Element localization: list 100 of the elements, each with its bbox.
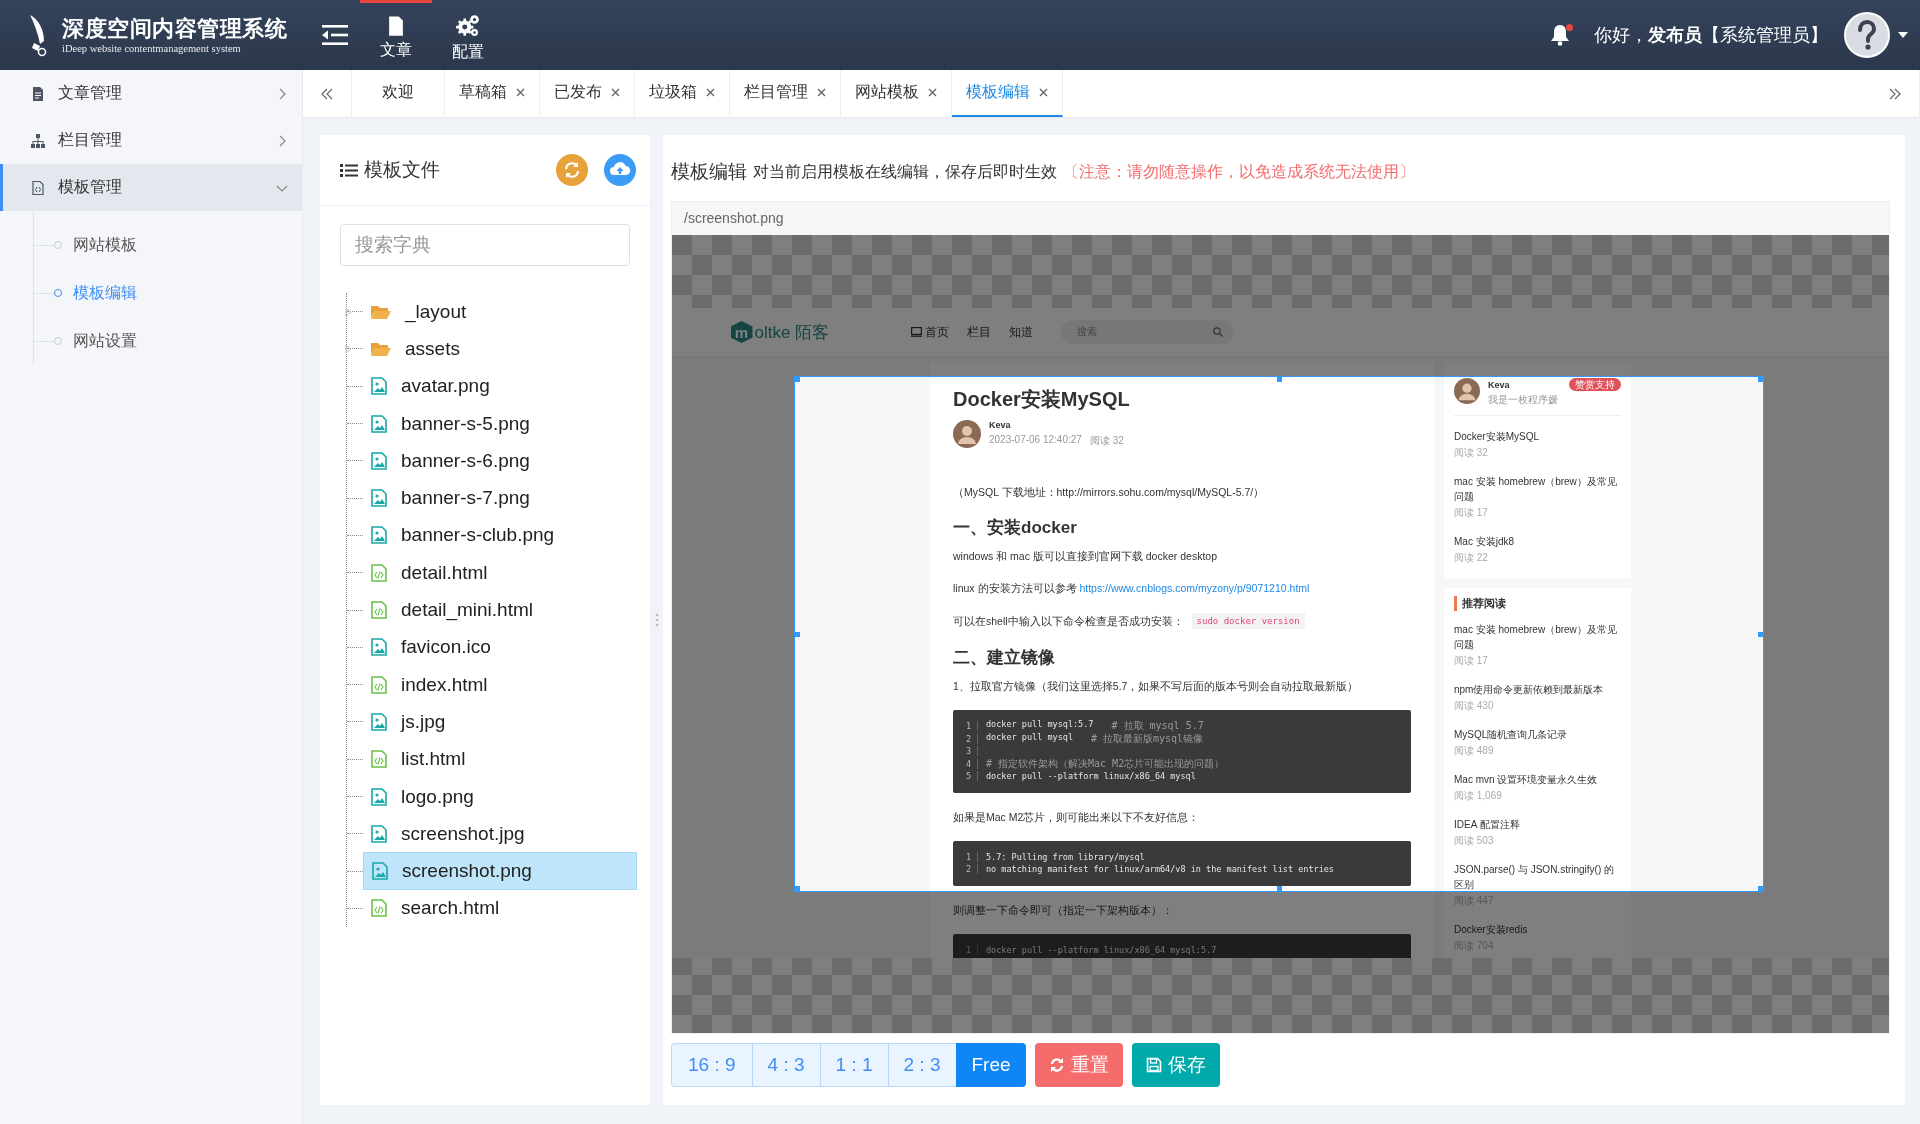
tab[interactable]: 垃圾箱 xyxy=(635,70,730,117)
file-tree-item[interactable]: banner-s-5.png xyxy=(363,405,637,442)
site-nav-link[interactable]: 首页 xyxy=(924,323,949,341)
read-count: 阅读 503 xyxy=(1454,834,1495,848)
close-icon[interactable] xyxy=(1039,88,1048,97)
article-title: Docker安装MySQL xyxy=(953,387,1131,412)
sidebar-menu-item[interactable]: 栏目管理 xyxy=(0,117,302,164)
file-tree-item[interactable]: screenshot.jpg xyxy=(363,815,637,852)
read-count: 阅读 32 xyxy=(1089,434,1124,448)
close-icon[interactable] xyxy=(611,88,620,97)
file-tree-item[interactable]: logo.png xyxy=(363,778,637,815)
collapse-caret-icon[interactable] xyxy=(345,308,352,316)
bell-icon[interactable] xyxy=(1550,24,1570,46)
image-file-icon xyxy=(371,414,387,433)
tab[interactable]: 栏目管理 xyxy=(730,70,841,117)
post-link[interactable]: Docker安装MySQL xyxy=(1454,429,1621,444)
search-field[interactable]: 搜索字典 xyxy=(340,224,630,266)
sidebar-menu-item[interactable]: 文章管理 xyxy=(0,70,302,117)
drag-handle-icon[interactable] xyxy=(654,613,659,627)
search-icon[interactable] xyxy=(1212,327,1223,337)
profile-avatar-icon xyxy=(1454,378,1480,404)
file-tree-item[interactable]: assets xyxy=(363,330,637,367)
file-tree-item[interactable]: banner-s-club.png xyxy=(363,517,637,554)
file-tree-item[interactable]: avatar.png xyxy=(363,368,637,405)
file-tree-item[interactable]: banner-s-6.png xyxy=(363,442,637,479)
tab[interactable]: 已发布 xyxy=(540,70,635,117)
code-comment: # 拉取 mysql 5.7 xyxy=(1111,719,1204,733)
file-tree-item[interactable]: favicon.ico xyxy=(363,629,637,666)
sidebar-menu-item[interactable]: 模板管理 xyxy=(0,164,302,211)
avatar-icon[interactable] xyxy=(1844,12,1890,58)
paragraph: 可以在shell中输入以下命令检查是否成功安装： xyxy=(953,614,1184,628)
file-tree-item[interactable]: list.html xyxy=(363,741,637,778)
close-icon[interactable] xyxy=(817,88,826,97)
sidebar-submenu-item[interactable]: 网站模板 xyxy=(73,234,137,256)
document-icon xyxy=(30,85,46,102)
code-line: no matching manifest for linux/arm64/v8 in the manifest list entries xyxy=(986,864,1334,875)
file-tree-item[interactable]: detail.html xyxy=(363,554,637,591)
close-icon[interactable] xyxy=(928,88,937,97)
code-line: 5.7: Pulling from library/mysql xyxy=(986,851,1145,862)
image-file-icon xyxy=(372,862,388,881)
file-tree-item[interactable]: detail_mini.html xyxy=(363,592,637,628)
tab[interactable]: 草稿箱 xyxy=(445,70,540,117)
editor-heading: 模板编辑 xyxy=(671,160,747,184)
post-link[interactable]: MySQL随机查询几条记录 xyxy=(1454,727,1621,742)
site-nav-link[interactable]: 栏目 xyxy=(966,323,991,341)
paragraph: 如果是Mac M2芯片，则可能出来以下不友好信息： xyxy=(953,809,1201,825)
code-file-icon xyxy=(30,179,46,196)
collapse-caret-icon[interactable] xyxy=(345,345,352,354)
app-subtitle: iDeep website contentmanagement system xyxy=(62,41,242,55)
upload-button[interactable] xyxy=(604,154,636,186)
folder-icon xyxy=(371,340,391,357)
bullet-icon xyxy=(54,241,62,249)
author-avatar-icon xyxy=(953,420,981,448)
line-number: 1 xyxy=(953,851,978,862)
image-file-icon xyxy=(371,712,387,731)
close-icon[interactable] xyxy=(516,88,525,97)
read-count: 阅读 1,069 xyxy=(1454,789,1503,803)
section-heading: 一、安装docker xyxy=(953,517,1078,539)
post-link[interactable]: mac 安装 homebrew（brew）及常见问题 xyxy=(1454,474,1621,504)
code-file-icon xyxy=(371,563,387,582)
line-number: 4 xyxy=(953,758,978,769)
tab[interactable]: 网站模板 xyxy=(841,70,952,117)
file-tree-item[interactable]: banner-s-7.png xyxy=(363,480,637,517)
link[interactable]: https://www.cnblogs.com/myzony/p/9071210.html xyxy=(1079,582,1310,594)
caret-down-icon[interactable] xyxy=(1898,32,1908,38)
app-title: 深度空间内容管理系统 xyxy=(62,15,287,42)
code-file-icon xyxy=(371,899,387,918)
file-tree-item[interactable]: search.html xyxy=(363,890,637,927)
file-tree-item[interactable]: screenshot.png xyxy=(363,852,637,891)
post-link[interactable]: Docker安装redis xyxy=(1454,922,1621,937)
top-nav-item[interactable]: 配置 xyxy=(432,0,504,70)
close-icon[interactable] xyxy=(706,88,715,97)
menu-toggle-icon[interactable] xyxy=(322,24,348,46)
post-link[interactable]: IDEA 配置注释 xyxy=(1454,817,1621,832)
profile-name: Keva xyxy=(1488,379,1510,390)
file-tree-item[interactable]: js.jpg xyxy=(363,703,637,740)
post-link[interactable]: JSON.parse() 与 JSON.stringify() 的区别 xyxy=(1454,862,1621,892)
image-file-icon xyxy=(371,787,387,806)
code-file-icon xyxy=(371,601,387,619)
tip-button[interactable]: 赞赏支持 xyxy=(1569,378,1621,391)
tab[interactable]: 欢迎 xyxy=(352,70,445,117)
code-file-icon xyxy=(371,750,387,769)
double-chevron-right-icon xyxy=(1889,87,1901,100)
paragraph: windows 和 mac 版可以直接到官网下载 docker desktop xyxy=(953,549,1218,564)
tab[interactable]: 模板编辑 xyxy=(952,70,1063,117)
crop-frame[interactable] xyxy=(794,376,1764,892)
line-number: 1 xyxy=(953,721,978,732)
post-link[interactable]: mac 安装 homebrew（brew）及常见问题 xyxy=(1454,622,1621,652)
paragraph: 1、拉取官方镜像（我们这里选择5.7，如果不写后面的版本号则会自动拉取最新版） xyxy=(953,679,1360,694)
image-file-icon xyxy=(371,451,387,470)
post-link[interactable]: Mac mvn 设置环境变量永久生效 xyxy=(1454,772,1621,787)
read-count: 阅读 489 xyxy=(1454,744,1495,758)
post-link[interactable]: npm使用命令更新依赖到最新版本 xyxy=(1454,682,1621,697)
post-link[interactable]: Mac 安装jdk8 xyxy=(1454,534,1621,549)
sidebar-submenu-item[interactable]: 网站设置 xyxy=(73,330,137,352)
file-tree-item[interactable]: _layout xyxy=(363,293,637,330)
file-tree-item[interactable]: index.html xyxy=(363,666,637,703)
site-name: oltke 陌客 xyxy=(754,321,830,344)
aspect-ratio-button[interactable]: Free xyxy=(955,1043,1026,1087)
site-nav-link[interactable]: 知道 xyxy=(1008,323,1033,341)
